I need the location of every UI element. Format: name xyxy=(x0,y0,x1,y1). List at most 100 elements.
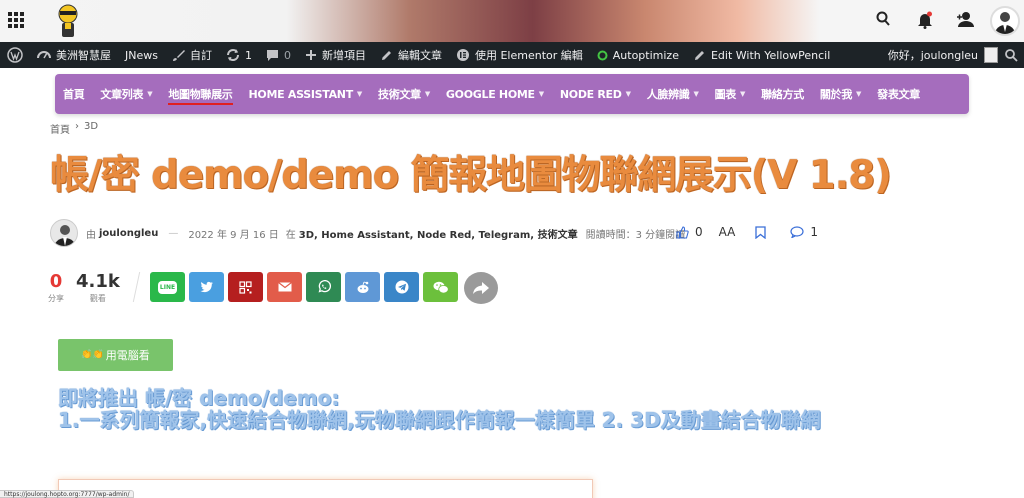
share-arrow-icon xyxy=(473,282,489,294)
nav-item-1[interactable]: 文章列表 ▼ xyxy=(92,74,160,114)
qrcode-icon xyxy=(239,280,252,294)
share-telegram-button[interactable] xyxy=(384,272,419,302)
yellowpencil-label: Edit With YellowPencil xyxy=(710,48,831,62)
elementor-icon xyxy=(456,49,469,61)
in-label: 在 xyxy=(285,229,296,241)
site-name-label: 美洲智慧屋 xyxy=(56,49,111,62)
nav-item-3[interactable]: HOME ASSISTANT ▼ xyxy=(241,74,371,114)
coming-soon-line-2: 1.一系列簡報家,快速結合物聯網,玩物聯網跟作簡報一樣簡單 2. 3D及動畫結合… xyxy=(58,408,821,432)
author-person-icon xyxy=(54,225,76,246)
nav-item-label: 發表文章 xyxy=(877,88,920,101)
account-menu[interactable]: 你好，joulongleu xyxy=(888,42,1024,68)
nav-item-11[interactable]: 發表文章 xyxy=(869,74,928,114)
chevron-down-icon: ▼ xyxy=(147,90,153,98)
wechat-icon xyxy=(433,281,449,293)
author-link[interactable]: joulongleu xyxy=(99,228,158,239)
nav-item-label: 地圖物聯展示 xyxy=(168,88,233,101)
nav-item-8[interactable]: 圖表 ▼ xyxy=(707,74,754,114)
chevron-down-icon: ▼ xyxy=(856,90,862,98)
customize-link[interactable]: 自訂 xyxy=(165,42,219,68)
share-twitter-button[interactable] xyxy=(189,272,224,302)
yellowpencil-icon xyxy=(694,50,704,60)
nav-item-2[interactable]: 地圖物聯展示 xyxy=(160,74,240,114)
page: 美洲智慧屋 JNews 自訂 1 0 新增項目 編輯文章 使用 Elemento… xyxy=(0,0,1024,498)
dashboard-icon xyxy=(37,51,51,59)
bell-icon[interactable] xyxy=(917,11,933,29)
views-count: 4.1k xyxy=(76,271,120,292)
status-url: https://joulong.hopto.org:7777/wp-admin/ xyxy=(0,490,135,498)
view-on-desktop-label: 用電腦看 xyxy=(105,349,150,362)
edit-post-link[interactable]: 編輯文章 xyxy=(373,42,449,68)
account-avatar xyxy=(984,47,998,63)
font-size-toggle[interactable]: AA xyxy=(719,225,736,239)
clapping-hands-icon: 👏👏 xyxy=(81,350,104,360)
share-reddit-button[interactable] xyxy=(345,272,380,302)
coming-soon-heading: 即將推出 帳/密 demo/demo: 1.一系列簡報家,快速結合物聯網,玩物聯… xyxy=(58,387,958,431)
comments-link[interactable]: 0 xyxy=(259,42,298,68)
comment-icon[interactable] xyxy=(790,226,805,238)
chevron-down-icon: ▼ xyxy=(538,90,544,98)
reading-time: 閱讀時間：3 分鐘閱讀 xyxy=(585,229,686,241)
nav-item-label: 人臉辨識 xyxy=(646,88,690,101)
nav-item-7[interactable]: 人臉辨識 ▼ xyxy=(639,74,707,114)
author-avatar[interactable] xyxy=(50,219,78,247)
nav-item-6[interactable]: NODE RED ▼ xyxy=(552,74,639,114)
nav-item-label: HOME ASSISTANT xyxy=(248,87,354,101)
chevron-down-icon: ▼ xyxy=(356,90,363,98)
nav-item-4[interactable]: 技術文章 ▼ xyxy=(370,74,438,114)
nav-item-9[interactable]: 聯絡方式 xyxy=(753,74,812,114)
share-whatsapp-button[interactable] xyxy=(306,272,341,302)
meta-dash: — xyxy=(168,227,179,239)
breadcrumb-current[interactable]: 3D xyxy=(84,121,98,136)
shares-stat: 0 分享 xyxy=(48,272,64,304)
pencil-icon xyxy=(381,50,391,60)
views-stat: 4.1k 觀看 xyxy=(76,272,120,304)
breadcrumb: 首頁 › 3D xyxy=(50,121,98,136)
post-actions: 0 AA 1 xyxy=(676,222,818,242)
bookmark-icon[interactable] xyxy=(755,225,767,239)
chevron-down-icon: ▼ xyxy=(424,90,430,98)
search-icon[interactable] xyxy=(876,11,890,27)
nav-item-label: 圖表 xyxy=(714,88,737,101)
user-add-icon[interactable] xyxy=(956,11,974,27)
user-avatar[interactable] xyxy=(990,6,1020,36)
wordpress-menu[interactable] xyxy=(0,42,30,68)
jnews-menu[interactable]: JNews xyxy=(118,42,165,68)
site-logo-icon[interactable] xyxy=(55,3,81,39)
yellowpencil-link[interactable]: Edit With YellowPencil xyxy=(686,42,837,68)
apps-grid-icon[interactable] xyxy=(8,12,24,28)
share-email-button[interactable] xyxy=(267,272,302,302)
content-card xyxy=(58,479,593,498)
header-banner xyxy=(0,0,1024,42)
avatar-person-icon xyxy=(995,12,1015,34)
wordpress-logo-icon xyxy=(7,47,23,63)
reddit-icon xyxy=(357,281,368,293)
site-name-link[interactable]: 美洲智慧屋 xyxy=(30,42,118,68)
status-circle-icon xyxy=(597,50,608,60)
nav-item-label: 文章列表 xyxy=(100,88,144,101)
view-on-desktop-button[interactable]: 👏👏 用電腦看 xyxy=(58,339,173,371)
customize-label: 自訂 xyxy=(189,49,212,62)
new-item-link[interactable]: 新增項目 xyxy=(298,42,373,68)
post-categories[interactable]: 3D, Home Assistant, Node Red, Telegram, … xyxy=(299,226,578,241)
chevron-down-icon: ▼ xyxy=(693,90,699,98)
share-more-button[interactable] xyxy=(464,272,498,304)
updates-link[interactable]: 1 xyxy=(219,42,259,68)
share-qrcode-button[interactable] xyxy=(228,272,263,302)
elementor-link[interactable]: 使用 Elementor 編輯 xyxy=(449,42,590,68)
search-icon[interactable] xyxy=(1004,48,1018,62)
thumbs-up-icon[interactable] xyxy=(676,225,689,239)
share-buttons: LINE xyxy=(150,272,498,304)
share-wechat-button[interactable] xyxy=(423,272,458,302)
chevron-down-icon: ▼ xyxy=(740,90,746,98)
whatsapp-icon xyxy=(318,280,331,293)
nav-item-0[interactable]: 首頁 xyxy=(55,74,92,114)
autoptimize-link[interactable]: Autoptimize xyxy=(590,42,686,68)
nav-item-5[interactable]: GOOGLE HOME ▼ xyxy=(438,74,552,114)
share-divider xyxy=(132,272,141,302)
nav-item-label: NODE RED xyxy=(559,87,622,101)
nav-item-label: 首頁 xyxy=(63,88,85,101)
nav-item-10[interactable]: 關於我 ▼ xyxy=(812,74,869,114)
breadcrumb-home[interactable]: 首頁 xyxy=(50,121,70,136)
share-line-button[interactable]: LINE xyxy=(150,272,185,302)
